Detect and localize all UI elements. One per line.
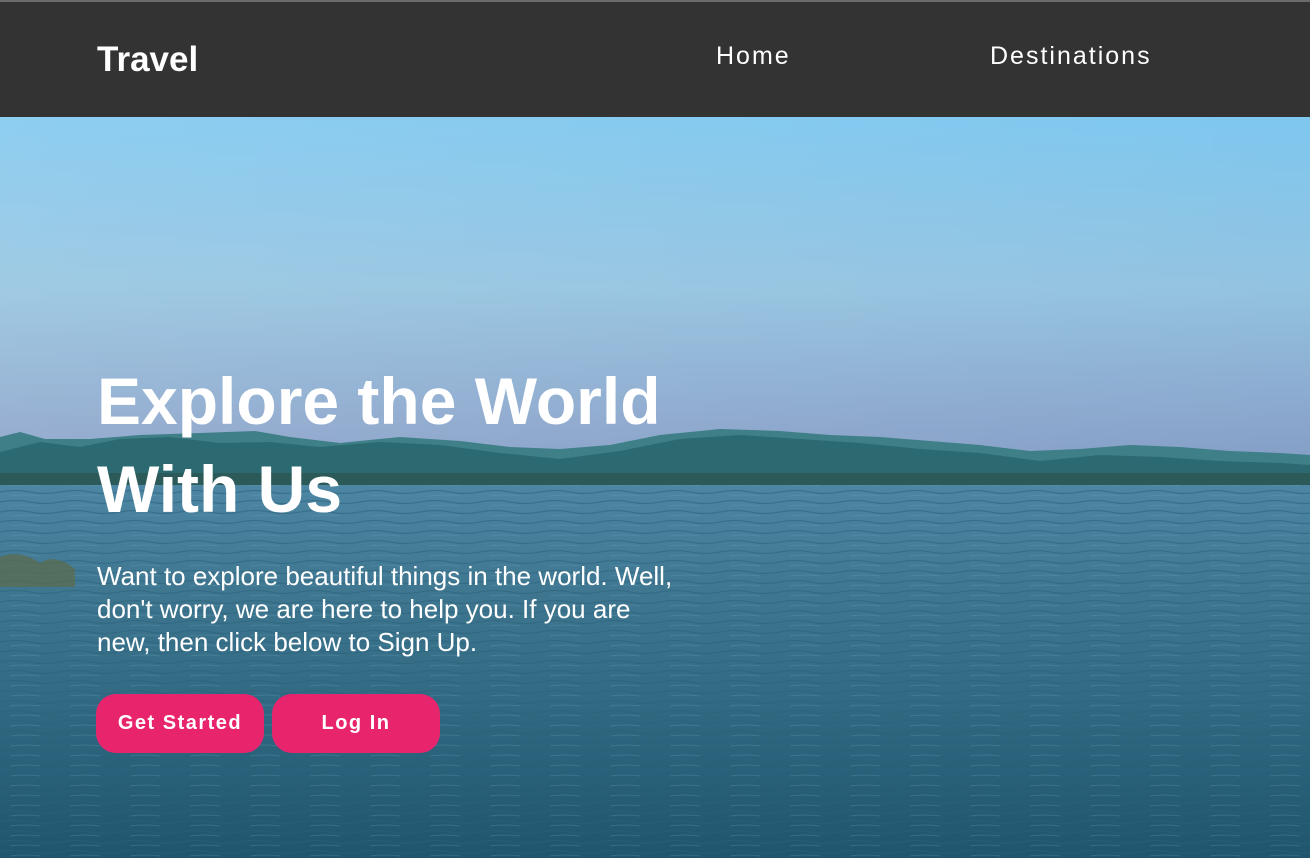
get-started-button[interactable]: Get Started [96,694,264,753]
hero-section: Explore the World With Us Want to explor… [0,117,1310,858]
brand-logo[interactable]: Travel [97,40,198,80]
nav-link-destinations[interactable]: Destinations [990,40,1152,72]
hero-description-line-3: new, then click below to Sign Up. [97,627,478,657]
hero-title-line-2: With Us [97,452,343,526]
hero-title: Explore the World With Us [97,357,797,533]
log-in-button[interactable]: Log In [272,694,440,753]
hero-description-line-1: Want to explore beautiful things in the … [97,561,673,591]
nav-link-home[interactable]: Home [716,40,791,72]
hero-description: Want to explore beautiful things in the … [97,560,757,659]
navbar: Travel Home Destinations [0,2,1310,117]
hero-description-line-2: don't worry, we are here to help you. If… [97,594,631,624]
hero-title-line-1: Explore the World [97,364,661,438]
